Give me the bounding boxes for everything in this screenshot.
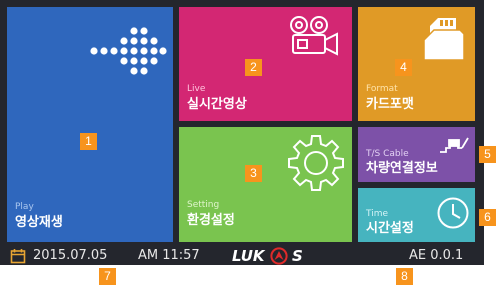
clock-icon: [436, 196, 470, 230]
time-label: 시간설정: [366, 221, 414, 236]
sd-card-icon: [420, 14, 470, 64]
setting-sublabel: Setting: [187, 200, 220, 210]
main-menu-screen: 1 Play 영상재생 2 Live 실시간영상 4 Format 카드포맷 3…: [0, 0, 484, 265]
date-number-badge: 7: [99, 268, 116, 285]
video-camera-icon: [287, 15, 347, 59]
play-number-badge: 1: [80, 133, 97, 150]
setting-number-badge: 3: [245, 165, 262, 182]
mode-number-badge: 8: [396, 268, 413, 285]
live-number-badge: 2: [245, 59, 262, 76]
ts-cable-number-badge: 5: [479, 146, 496, 163]
format-label: 카드포맷: [366, 97, 414, 112]
status-bar: 2015.07.05 AM 11:57 LUK S AE 0.0.1: [7, 246, 477, 266]
time-text: AM 11:57: [138, 248, 200, 263]
date-text: 2015.07.05: [33, 248, 108, 263]
live-label: 실시간영상: [187, 97, 247, 112]
live-tile[interactable]: 2 Live 실시간영상: [179, 7, 352, 121]
time-tile[interactable]: Time 시간설정: [358, 188, 475, 242]
format-tile[interactable]: 4 Format 카드포맷: [358, 7, 475, 121]
time-number-badge: 6: [479, 209, 496, 226]
arrow-right-dots-icon: [89, 15, 169, 83]
logo-text-right: S: [292, 247, 303, 265]
time-sublabel: Time: [366, 209, 389, 219]
play-sublabel: Play: [15, 202, 34, 212]
logo-a-icon: [270, 247, 288, 265]
mode-text: AE 0.0.1: [409, 248, 464, 263]
format-sublabel: Format: [366, 84, 398, 94]
gear-icon: [285, 132, 347, 194]
ts-cable-sublabel: T/S Cable: [366, 149, 409, 159]
calendar-icon: [10, 248, 26, 264]
setting-label: 환경설정: [187, 213, 235, 228]
play-tile[interactable]: 1 Play 영상재생: [7, 7, 173, 242]
logo-text-left: LUK: [232, 247, 265, 265]
setting-tile[interactable]: 3 Setting 환경설정: [179, 127, 352, 242]
play-label: 영상재생: [15, 215, 63, 230]
cable-icon: [438, 134, 472, 156]
live-sublabel: Live: [187, 84, 206, 94]
ts-cable-tile[interactable]: T/S Cable 차량연결정보: [358, 127, 475, 182]
ts-cable-label: 차량연결정보: [366, 161, 438, 176]
format-number-badge: 4: [395, 59, 412, 76]
